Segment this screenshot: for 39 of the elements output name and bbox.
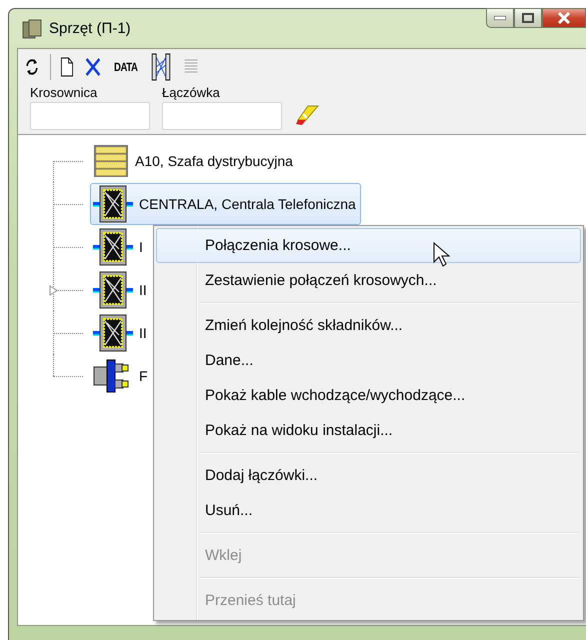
menu-item[interactable]: Zmień kolejność składników... [156,308,581,343]
tree-item[interactable]: A10, Szafa dystrybucyjna [90,140,298,182]
menu-item[interactable]: Dane... [156,343,581,378]
maximize-button[interactable] [514,8,542,28]
delete-icon[interactable] [85,57,101,77]
field-label: Łączówka [162,85,221,100]
menu-item[interactable]: Połączenia krosowe... [156,228,581,263]
refresh-icon[interactable] [24,57,40,77]
menu-item[interactable]: Pokaż kable wchodzące/wychodzące... [156,378,581,413]
cross-connect-icon[interactable] [150,53,170,81]
tree-item[interactable]: F [90,354,153,396]
filter-field[interactable] [30,102,150,130]
menu-item[interactable]: Pokaż na widoku instalacji... [156,413,581,448]
close-icon [557,12,571,24]
menu-item[interactable]: Usuń... [156,493,581,528]
filter-field[interactable] [162,102,282,130]
patch-panel-icon [93,312,133,352]
window-title: Sprzęt (Π-1) [49,20,131,37]
eraser-icon[interactable] [294,104,320,126]
tree-item[interactable]: CENTRALA, Centrala Telefoniczna [90,182,361,224]
patch-panel-icon [93,184,133,224]
data-button[interactable]: DATA [114,60,138,74]
minimize-icon [494,16,506,20]
cursor-icon [433,242,451,268]
close-button[interactable] [542,8,586,28]
app-icon [21,18,43,40]
menu-item[interactable]: Dodaj łączówki... [156,458,581,493]
field-label: Krosownica [30,85,98,100]
tree-item[interactable]: II [90,312,152,354]
tree-item[interactable]: I [90,226,148,268]
new-document-icon[interactable] [60,57,74,77]
patch-panel-icon [93,226,133,266]
expand-icon[interactable] [49,285,58,296]
maximize-icon [522,13,534,23]
minimize-button[interactable] [486,8,514,28]
patch-panel-icon [93,270,133,310]
tree-item[interactable]: II [90,268,152,310]
menu-item[interactable]: Zestawienie połączeń krosowych... [156,263,581,298]
cabinet-icon [93,144,129,178]
